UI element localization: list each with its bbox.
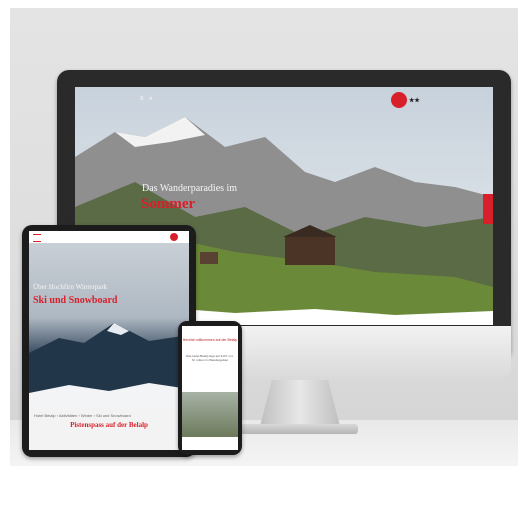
tablet-hero-image <box>29 243 189 408</box>
phone-body-text: Das Hotel Belalp liegt auf 2137 m ü. M. … <box>186 354 234 362</box>
phone-screen: Herzlich willkommen auf der Belalp Das H… <box>182 326 238 450</box>
hero-title: Das Wanderparadies im <box>142 183 238 194</box>
tablet-navbar <box>29 231 189 243</box>
tablet-screen: Über Hochfirn Winterpark Ski und Snowboa… <box>29 231 189 450</box>
brand-stars: ★★ <box>409 98 420 104</box>
phone-photo <box>182 392 238 437</box>
hero-subtitle: Sommer <box>141 196 196 212</box>
hamburger-icon[interactable] <box>33 234 41 242</box>
winter-mountain <box>29 323 189 408</box>
section-title: Pistenspass auf der Belalp <box>70 421 148 429</box>
phone-heading: Herzlich willkommen auf der Belalp <box>182 338 238 342</box>
imac-foot <box>238 424 358 434</box>
brand-logo[interactable] <box>391 92 407 108</box>
breadcrumb[interactable]: Hotel Belalp › Aktivitäten › Winter › Sk… <box>34 413 131 418</box>
tablet-hero-title: Über Hochfirn Winterpark <box>33 283 108 291</box>
tablet-logo[interactable] <box>170 233 178 241</box>
tablet-hero-subtitle: Ski und Snowboard <box>33 295 118 306</box>
booking-tab[interactable] <box>483 194 493 224</box>
menu-icon[interactable]: ≡ ⌕ <box>140 96 155 103</box>
imac-stand <box>260 380 340 426</box>
